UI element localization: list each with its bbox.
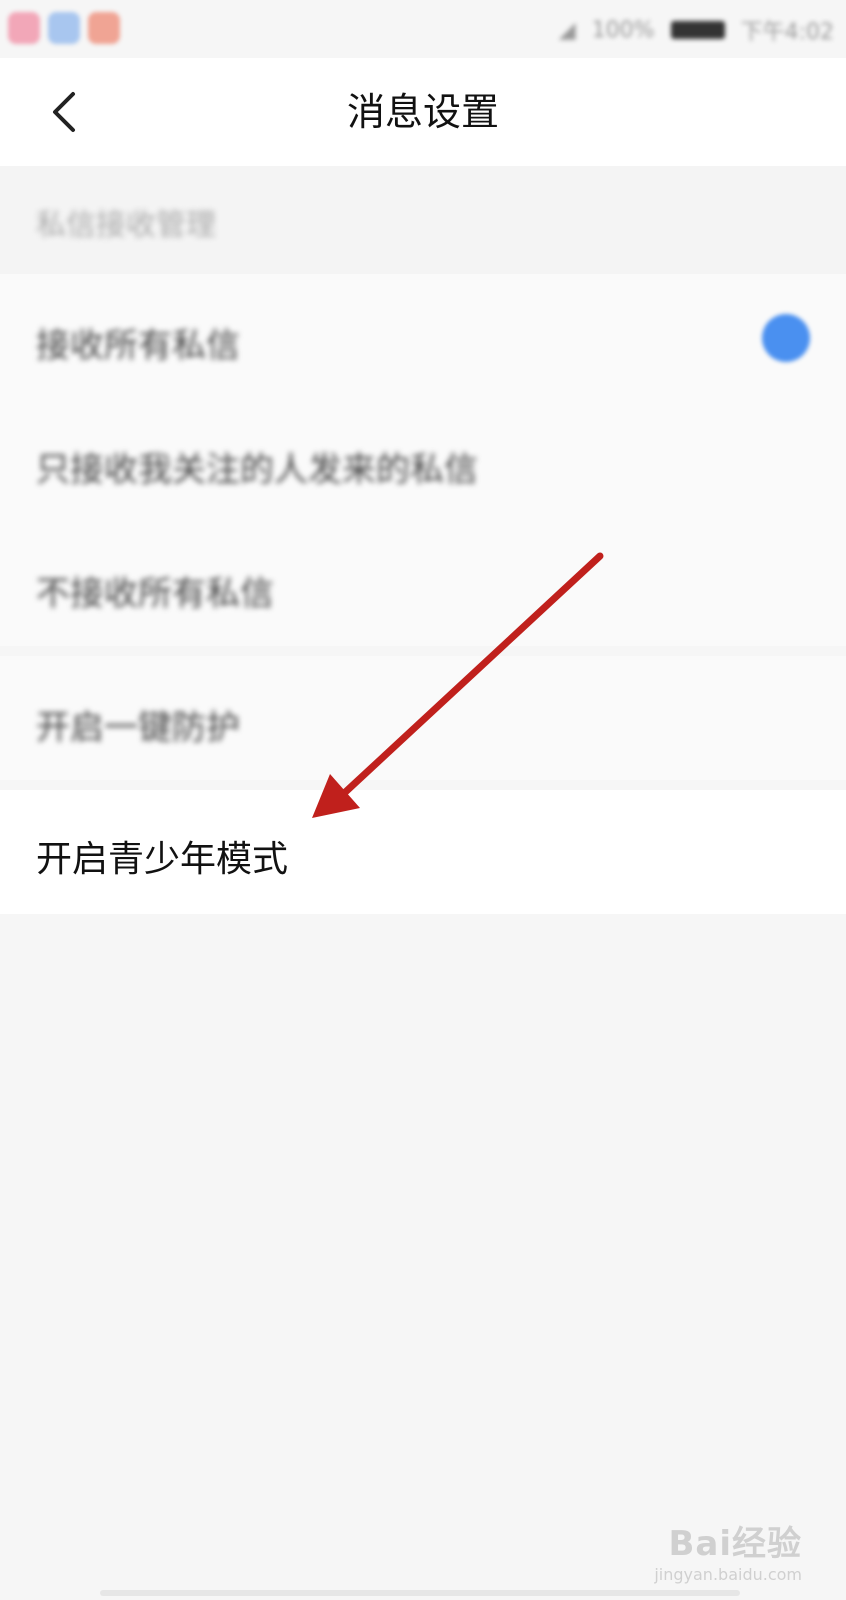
watermark-url: jingyan.baidu.com xyxy=(654,1565,802,1584)
status-bar: ◢ 100% 下午4:02 xyxy=(0,0,846,58)
app-notification-icon xyxy=(88,12,120,44)
option-receive-none[interactable]: 不接收所有私信 xyxy=(0,522,846,646)
option-label: 接收所有私信 xyxy=(36,326,240,366)
radio-selected-icon[interactable] xyxy=(762,314,810,362)
watermark: Bai经验 jingyan.baidu.com xyxy=(654,1516,802,1584)
section-header: 私信接收管理 xyxy=(0,166,846,274)
back-button[interactable] xyxy=(34,82,94,142)
watermark-logo: Bai经验 xyxy=(668,1524,802,1564)
one-click-protection-row[interactable]: 开启一键防护 xyxy=(0,656,846,780)
youth-mode-label: 开启青少年模式 xyxy=(36,839,289,880)
notification-icons xyxy=(8,12,120,44)
battery-percent: 100% xyxy=(591,17,655,43)
nav-bar: 消息设置 xyxy=(0,58,846,166)
section-title: 私信接收管理 xyxy=(36,208,216,243)
app-notification-icon xyxy=(8,12,40,44)
option-receive-followed[interactable]: 只接收我关注的人发来的私信 xyxy=(0,398,846,522)
option-receive-all[interactable]: 接收所有私信 xyxy=(0,274,846,398)
app-notification-icon xyxy=(48,12,80,44)
system-status: ◢ 100% 下午4:02 xyxy=(559,14,834,46)
protection-label: 开启一键防护 xyxy=(36,708,240,748)
protection-group: 开启一键防护 xyxy=(0,656,846,780)
chevron-left-icon xyxy=(53,92,75,132)
youth-mode-row[interactable]: 开启青少年模式 xyxy=(0,790,846,914)
signal-icon: ◢ xyxy=(558,17,576,43)
page-title: 消息设置 xyxy=(346,90,499,134)
message-options-group: 接收所有私信 只接收我关注的人发来的私信 不接收所有私信 xyxy=(0,274,846,646)
option-label: 不接收所有私信 xyxy=(36,574,274,614)
home-indicator xyxy=(100,1590,740,1596)
option-label: 只接收我关注的人发来的私信 xyxy=(36,450,478,490)
battery-icon xyxy=(670,21,725,39)
clock: 下午4:02 xyxy=(740,20,834,45)
